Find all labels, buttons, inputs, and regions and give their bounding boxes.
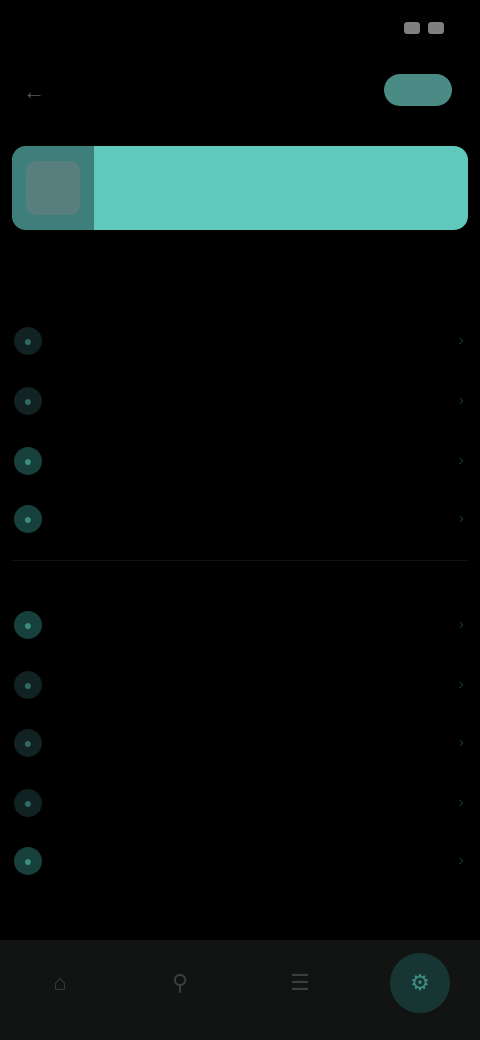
list-item[interactable]: ● ›	[0, 494, 480, 544]
circle-icon: ●	[14, 847, 42, 875]
nav-item-home[interactable]: ⌂	[30, 953, 90, 1013]
list-item[interactable]: ● ›	[0, 836, 480, 886]
bottom-nav: ⌂ ⚲ ☰ ⚙	[0, 940, 480, 1040]
signal-icon	[404, 22, 420, 34]
thumbnail-image	[26, 161, 80, 215]
home-icon: ⌂	[53, 970, 67, 995]
list-item[interactable]: ● ›	[0, 660, 480, 710]
list-item[interactable]: ● ›	[0, 778, 480, 828]
status-bar	[0, 0, 480, 56]
chevron-right-icon: ›	[458, 794, 464, 811]
search-icon: ⚲	[171, 970, 189, 995]
list-item[interactable]: ● ›	[0, 316, 480, 366]
list-item[interactable]: ● ›	[0, 376, 480, 426]
screen: ← ● › ● › ● › ● › ● › ● › ● › ● › ● › ⌂ …	[0, 0, 480, 1040]
current-thumbnail	[12, 146, 94, 230]
chevron-right-icon: ›	[458, 676, 464, 693]
circle-icon: ●	[14, 789, 42, 817]
battery-icon	[428, 22, 444, 34]
chevron-right-icon: ›	[458, 616, 464, 633]
circle-icon: ●	[14, 671, 42, 699]
header-action-button[interactable]	[384, 74, 452, 106]
list-item[interactable]: ● ›	[0, 600, 480, 650]
list-item[interactable]: ● ›	[0, 436, 480, 486]
chevron-right-icon: ›	[458, 734, 464, 751]
back-button[interactable]: ←	[14, 72, 54, 112]
nav-item-library[interactable]: ☰	[270, 953, 330, 1013]
section-divider	[12, 560, 468, 561]
status-icons	[404, 22, 444, 34]
chevron-right-icon: ›	[458, 452, 464, 469]
back-arrow-icon: ←	[23, 79, 45, 104]
circle-icon: ●	[14, 729, 42, 757]
circle-icon: ●	[14, 387, 42, 415]
library-icon: ☰	[290, 970, 310, 995]
settings-icon: ⚙	[410, 970, 430, 995]
circle-icon: ●	[14, 611, 42, 639]
nav-item-settings[interactable]: ⚙	[390, 953, 450, 1013]
circle-icon: ●	[14, 505, 42, 533]
chevron-right-icon: ›	[458, 332, 464, 349]
chevron-right-icon: ›	[458, 392, 464, 409]
current-selection-card[interactable]	[12, 146, 468, 230]
app-header: ←	[0, 56, 480, 126]
list-item[interactable]: ● ›	[0, 718, 480, 768]
nav-item-search[interactable]: ⚲	[150, 953, 210, 1013]
circle-icon: ●	[14, 447, 42, 475]
circle-icon: ●	[14, 327, 42, 355]
chevron-right-icon: ›	[458, 510, 464, 527]
chevron-right-icon: ›	[458, 852, 464, 869]
